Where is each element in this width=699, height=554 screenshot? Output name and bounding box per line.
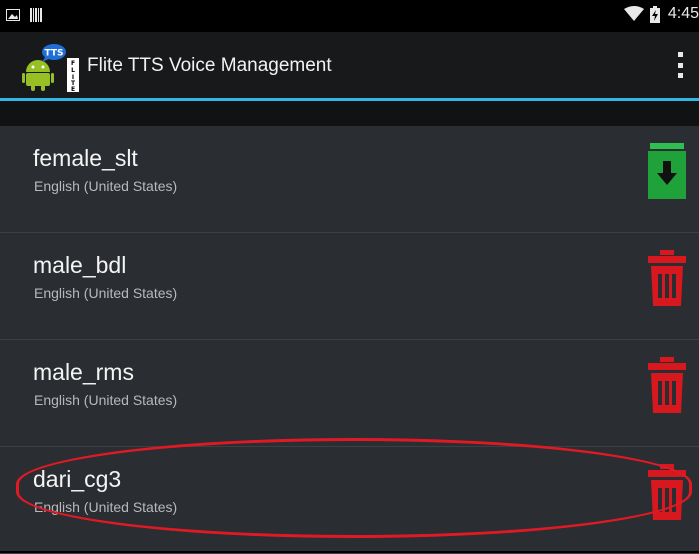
voice-name: male_rms xyxy=(33,359,134,385)
app-title: Flite TTS Voice Management xyxy=(87,55,332,76)
voice-item-male-rms[interactable]: male_rms English (United States) xyxy=(0,340,699,447)
voice-name: dari_cg3 xyxy=(33,466,122,492)
action-bar-divider xyxy=(0,98,699,101)
trash-icon[interactable] xyxy=(645,464,689,522)
system-status-icons: 4:45 xyxy=(623,5,699,23)
action-bar: TTS F L I T E Flite TTS Voice Management xyxy=(0,32,699,101)
voice-item-female-slt[interactable]: female_slt English (United States) xyxy=(0,126,699,233)
voice-name: female_slt xyxy=(33,145,138,171)
voice-language: English (United States) xyxy=(34,499,178,515)
voice-language: English (United States) xyxy=(34,392,178,408)
trash-icon[interactable] xyxy=(645,250,689,308)
barcode-notification-icon xyxy=(30,8,42,22)
image-notification-icon xyxy=(6,9,20,21)
flite-tts-android-icon: TTS F L I T E xyxy=(22,44,79,92)
overflow-menu-icon[interactable] xyxy=(675,52,685,78)
notification-icons xyxy=(6,8,42,22)
voice-language: English (United States) xyxy=(34,285,178,301)
svg-text:TTS: TTS xyxy=(45,49,64,59)
voice-item-male-bdl[interactable]: male_bdl English (United States) xyxy=(0,233,699,340)
trash-icon[interactable] xyxy=(645,357,689,415)
svg-text:E: E xyxy=(71,86,75,92)
download-icon[interactable] xyxy=(645,143,689,201)
status-bar: 4:45 xyxy=(0,0,699,32)
voice-item-dari-cg3[interactable]: dari_cg3 English (United States) xyxy=(0,447,699,554)
svg-text:L: L xyxy=(71,67,75,74)
wifi-icon xyxy=(623,6,644,21)
voice-list: female_slt English (United States) male_… xyxy=(0,126,699,554)
status-time: 4:45 xyxy=(667,5,699,22)
svg-text:F: F xyxy=(71,60,75,67)
voice-name: male_bdl xyxy=(33,252,127,278)
battery-icon xyxy=(649,5,660,23)
voice-language: English (United States) xyxy=(34,178,178,194)
